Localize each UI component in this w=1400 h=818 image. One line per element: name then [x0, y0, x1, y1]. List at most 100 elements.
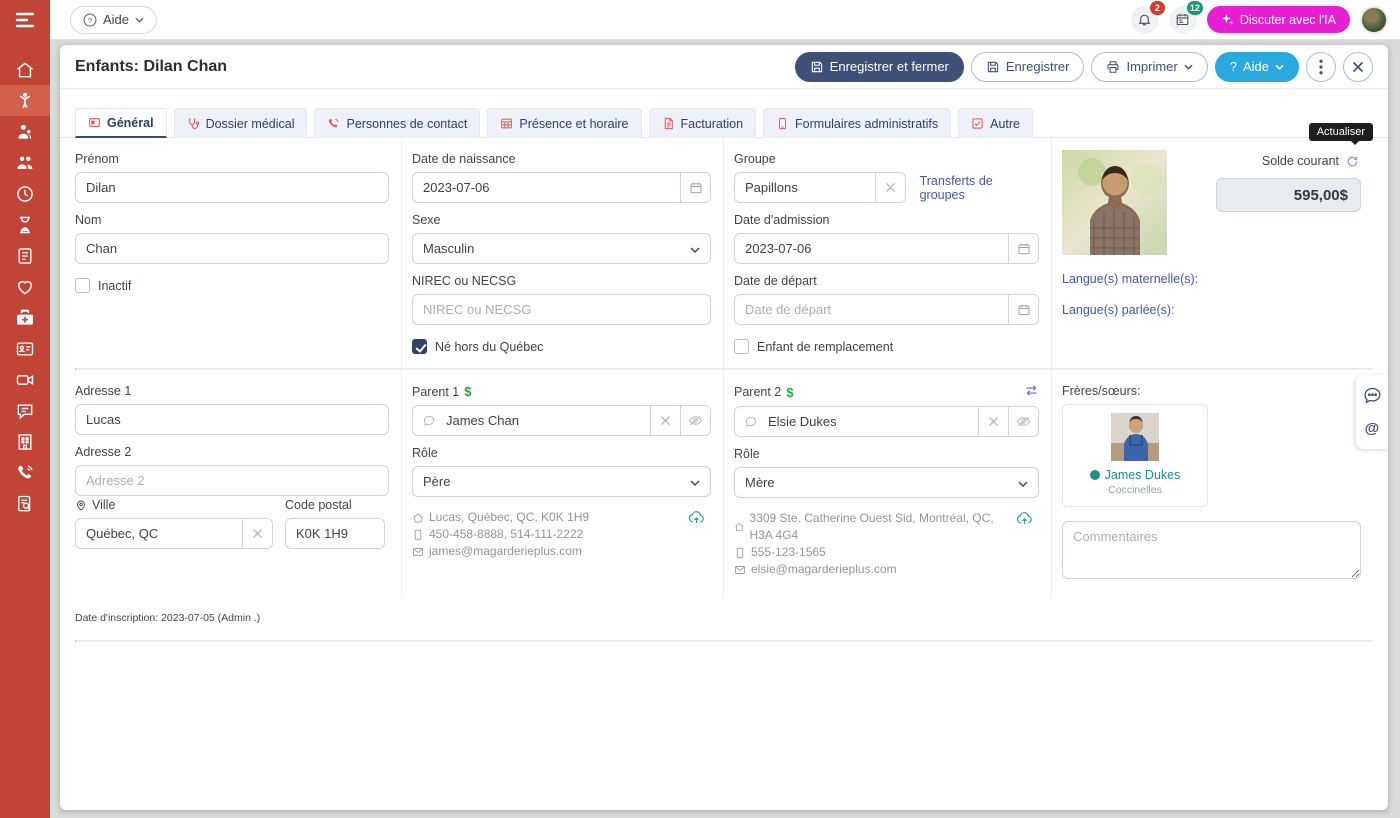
sidebar-item-contact-cards[interactable] [0, 333, 50, 364]
date-depart-calendar-button[interactable] [1008, 295, 1038, 324]
print-button[interactable]: Imprimer [1091, 52, 1207, 82]
sidebar-item-messages[interactable] [0, 395, 50, 426]
sidebar-item-home[interactable] [0, 54, 50, 85]
close-button[interactable] [1343, 52, 1373, 82]
sidebar-item-attendance[interactable] [0, 178, 50, 209]
commentaires-textarea[interactable] [1062, 521, 1361, 579]
ne-hors-quebec-row[interactable]: Né hors du Québec [412, 339, 711, 354]
more-options-button[interactable] [1306, 52, 1336, 82]
langue-maternelle-label[interactable]: Langue(s) maternelle(s): [1062, 272, 1361, 286]
mention-button[interactable]: @ [1365, 420, 1380, 437]
siblings-col: Frères/sœurs: Jam [1051, 370, 1373, 598]
eye-off-icon [688, 414, 703, 427]
transferts-groupes-link[interactable]: Transferts de groupes [920, 174, 1039, 202]
save-and-close-button[interactable]: Enregistrer et fermer [795, 52, 964, 82]
sidebar-item-cameras[interactable] [0, 364, 50, 395]
parent2-name-input[interactable] [758, 407, 978, 436]
building-icon [15, 432, 35, 452]
ville-input[interactable] [76, 519, 242, 548]
refresh-balance-button[interactable] [1346, 155, 1359, 168]
adresse1-input[interactable] [76, 405, 388, 434]
save-button[interactable]: Enregistrer [971, 52, 1085, 82]
tab-attendance-schedule[interactable]: Présence et horaire [487, 108, 641, 138]
comment-bubble-icon[interactable] [735, 407, 758, 436]
tab-other[interactable]: Autre [958, 108, 1033, 138]
sidebar-item-groups[interactable] [0, 147, 50, 178]
code-postal-input[interactable] [286, 519, 384, 548]
sidebar-item-billing[interactable] [0, 240, 50, 271]
sexe-select[interactable]: Masculin [412, 233, 711, 264]
langue-parlee-label[interactable]: Langue(s) parlée(s): [1062, 303, 1361, 317]
tab-medical-record[interactable]: Dossier médical [174, 108, 308, 138]
date-depart-input[interactable] [735, 295, 1008, 324]
nom-input[interactable] [76, 234, 388, 263]
nirec-input[interactable] [413, 295, 710, 324]
groupe-clear-button[interactable] [875, 173, 905, 202]
parent1-name-input[interactable] [436, 406, 650, 435]
help-button[interactable]: ? Aide [1215, 52, 1299, 82]
tab-billing[interactable]: Facturation [649, 108, 757, 138]
parent1-email: james@magarderieplus.com [429, 543, 582, 560]
groupe-input[interactable] [735, 173, 875, 202]
adresse1-group [75, 404, 389, 435]
tab-contact-persons[interactable]: Personnes de contact [314, 108, 480, 138]
date-naissance-calendar-button[interactable] [680, 173, 710, 202]
parent1-upload-icon[interactable] [688, 510, 705, 530]
people-icon [15, 153, 35, 173]
chat-bubble-button[interactable] [1363, 387, 1382, 404]
menu-toggle-button[interactable] [0, 0, 50, 40]
parent2-payer-icon[interactable]: $ [786, 385, 793, 400]
date-naissance-input[interactable] [413, 173, 680, 202]
parent1-role-select[interactable]: Père [412, 466, 711, 497]
enfant-remplacement-checkbox[interactable] [734, 339, 749, 354]
sidebar-item-calls[interactable] [0, 457, 50, 488]
siblings-label: Frères/sœurs: [1062, 384, 1361, 398]
prenom-field-group [75, 172, 389, 203]
id-card-icon [15, 339, 35, 359]
sibling-photo[interactable] [1111, 413, 1159, 461]
enfant-remplacement-row[interactable]: Enfant de remplacement [734, 339, 1039, 354]
tab-admin-forms[interactable]: Formulaires administratifs [763, 108, 951, 138]
sidebar-item-facility[interactable] [0, 426, 50, 457]
sibling-link[interactable]: James Dukes [1069, 468, 1201, 482]
home-icon [412, 512, 424, 524]
parent1-clear-button[interactable] [650, 406, 680, 435]
parent2-clear-button[interactable] [978, 407, 1008, 436]
date-admission-calendar-button[interactable] [1008, 234, 1038, 263]
parent2-role-select[interactable]: Mère [734, 467, 1039, 498]
inactif-checkbox-row[interactable]: Inactif [75, 278, 389, 293]
date-admission-input[interactable] [735, 234, 1008, 263]
parent2-view-button[interactable] [1008, 407, 1038, 436]
child-photo[interactable] [1062, 150, 1167, 255]
sidebar-item-children[interactable] [0, 85, 50, 116]
ne-hors-quebec-checkbox[interactable] [412, 339, 427, 354]
sidebar-item-educators[interactable] [0, 116, 50, 147]
prenom-input[interactable] [76, 173, 388, 202]
chat-with-ai-button[interactable]: Discuter avec l'IA [1207, 6, 1350, 33]
sidebar-item-reports[interactable] [0, 488, 50, 519]
global-help-button[interactable]: ? Aide [70, 6, 157, 34]
sidebar-item-waiting-list[interactable] [0, 209, 50, 240]
sidebar-item-first-aid[interactable] [0, 302, 50, 333]
parent1-field-group [412, 405, 711, 436]
parent1-payer-icon[interactable]: $ [464, 384, 471, 399]
clock-icon [15, 184, 35, 204]
ville-clear-button[interactable] [242, 519, 272, 548]
comment-bubble-icon[interactable] [413, 406, 436, 435]
calendar-badge: 12 [1187, 1, 1203, 15]
close-icon [1352, 61, 1364, 73]
adresse2-input[interactable] [76, 466, 388, 495]
notifications-button[interactable]: 2 [1131, 6, 1159, 34]
calendar-notifications-button[interactable]: 12 [1169, 6, 1197, 34]
check-square-icon [971, 117, 984, 130]
inactif-checkbox[interactable] [75, 278, 90, 293]
parent1-view-button[interactable] [680, 406, 710, 435]
swap-parents-button[interactable] [1024, 384, 1039, 400]
parent2-upload-icon[interactable] [1016, 511, 1033, 531]
map-pin-icon [75, 499, 87, 512]
tab-general[interactable]: Général [75, 108, 167, 138]
actualiser-tooltip: Actualiser [1309, 123, 1373, 141]
sidebar-item-health[interactable] [0, 271, 50, 302]
parent2-role-label: Rôle [734, 447, 1039, 461]
user-avatar[interactable] [1360, 6, 1388, 34]
